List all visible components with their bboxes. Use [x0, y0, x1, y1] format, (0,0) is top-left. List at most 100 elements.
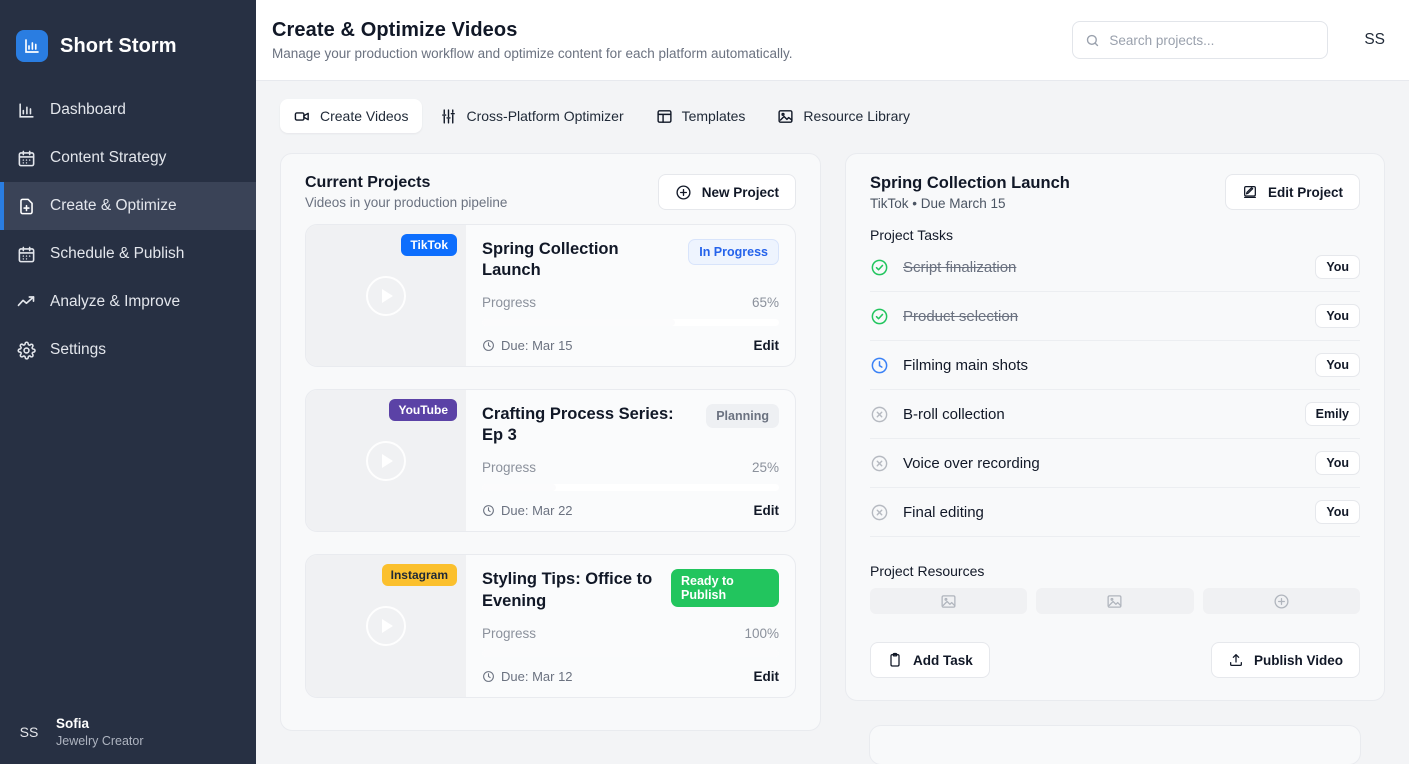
sidebar-nav: Dashboard Content Strategy Create & Opti…: [0, 86, 256, 374]
task-assignee[interactable]: You: [1315, 353, 1360, 377]
add-resource-slot[interactable]: [1202, 588, 1360, 614]
upload-icon: [1228, 652, 1244, 668]
check-circle-icon[interactable]: [870, 258, 889, 277]
publish-video-label: Publish Video: [1253, 652, 1343, 668]
gear-icon: [16, 340, 36, 360]
calendar-icon: [16, 244, 36, 264]
sidebar-item-create-optimize[interactable]: Create & Optimize: [0, 182, 256, 230]
due-date: Due: Mar 15: [482, 338, 573, 353]
clock-icon[interactable]: [870, 356, 889, 375]
task-name: Voice over recording: [903, 454, 1040, 472]
platform-badge: YouTube: [389, 399, 457, 422]
tab-resource-library[interactable]: Resource Library: [763, 99, 924, 133]
status-badge: In Progress: [688, 239, 779, 265]
sidebar-item-content-strategy[interactable]: Content Strategy: [0, 134, 256, 182]
project-detail-header: Spring Collection Launch TikTok • Due Ma…: [870, 174, 1360, 211]
project-card[interactable]: Instagram Styling Tips: Office to Evenin…: [305, 554, 796, 698]
x-circle-icon[interactable]: [870, 454, 889, 473]
user-avatar[interactable]: SS: [1364, 31, 1385, 49]
new-project-button[interactable]: New Project: [657, 174, 796, 210]
project-name: Styling Tips: Office to Evening: [482, 570, 653, 610]
project-card[interactable]: YouTube Crafting Process Series: Ep 3 Pl…: [305, 389, 796, 533]
progress-label: Progress: [482, 460, 537, 476]
edit-button[interactable]: Edit: [754, 503, 780, 518]
play-icon[interactable]: [366, 275, 406, 316]
project-thumbnail[interactable]: YouTube: [306, 390, 466, 532]
x-circle-icon[interactable]: [870, 503, 889, 522]
clock-icon: [482, 339, 495, 352]
tab-create-videos[interactable]: Create Videos: [280, 99, 423, 133]
bar-chart-icon: [16, 30, 48, 62]
task-row[interactable]: Script finalization You: [870, 243, 1360, 292]
task-assignee[interactable]: You: [1315, 451, 1360, 475]
task-name: B-roll collection: [903, 405, 1005, 423]
task-row[interactable]: Product selection You: [870, 292, 1360, 341]
task-assignee[interactable]: You: [1315, 500, 1360, 524]
sidebar-item-dashboard[interactable]: Dashboard: [0, 86, 256, 134]
task-assignee[interactable]: Emily: [1304, 402, 1360, 426]
tab-bar: Create Videos Cross-Platform Optimizer T…: [256, 81, 1409, 133]
play-icon[interactable]: [366, 440, 406, 481]
clock-icon: [482, 504, 495, 517]
next-panel-partial: [869, 725, 1361, 764]
edit-button[interactable]: Edit: [754, 669, 780, 684]
current-projects-card: Current Projects Videos in your producti…: [280, 153, 821, 731]
x-circle-icon[interactable]: [870, 405, 889, 424]
search-box[interactable]: [1072, 21, 1329, 59]
check-circle-icon[interactable]: [870, 307, 889, 326]
edit-button[interactable]: Edit: [754, 338, 780, 353]
search-icon: [1085, 33, 1100, 48]
project-detail-panel: Spring Collection Launch TikTok • Due Ma…: [845, 153, 1385, 764]
detail-subtitle: TikTok • Due March 15: [870, 196, 1006, 211]
image-icon: [940, 593, 957, 610]
task-row[interactable]: Voice over recording You: [870, 439, 1360, 488]
page-subtitle: Manage your production workflow and opti…: [272, 46, 793, 61]
add-task-label: Add Task: [913, 652, 973, 668]
app-root: Short Storm Dashboard Content Strategy C…: [0, 0, 1409, 764]
project-card[interactable]: TikTok Spring Collection Launch In Progr…: [305, 224, 796, 368]
search-input[interactable]: [1109, 32, 1316, 48]
projects-list: TikTok Spring Collection Launch In Progr…: [281, 224, 820, 730]
detail-actions: Add Task Publish Video: [870, 642, 1360, 678]
tab-label: Resource Library: [803, 108, 911, 124]
due-text: Due: Mar 22: [501, 503, 573, 519]
play-icon[interactable]: [366, 606, 406, 647]
task-row[interactable]: B-roll collection Emily: [870, 390, 1360, 439]
plus-circle-icon: [675, 184, 692, 201]
task-row[interactable]: Filming main shots You: [870, 341, 1360, 390]
content-area: Current Projects Videos in your producti…: [256, 133, 1409, 764]
clock-icon: [482, 670, 495, 683]
sidebar-item-label: Create & Optimize: [50, 197, 177, 214]
tab-templates[interactable]: Templates: [642, 99, 760, 133]
sidebar-item-analyze-improve[interactable]: Analyze & Improve: [0, 278, 256, 326]
sidebar-user-profile[interactable]: SS Sofia Jewelry Creator: [0, 715, 256, 750]
project-thumbnail[interactable]: Instagram: [306, 555, 466, 697]
task-assignee[interactable]: You: [1315, 255, 1360, 279]
project-thumbnail[interactable]: TikTok: [306, 225, 466, 367]
task-name: Filming main shots: [903, 356, 1029, 374]
tab-label: Create Videos: [320, 108, 409, 124]
task-row[interactable]: Final editing You: [870, 488, 1360, 537]
main-area: Create & Optimize Videos Manage your pro…: [256, 0, 1409, 764]
sidebar-item-label: Schedule & Publish: [50, 245, 185, 262]
tab-cross-platform-optimizer[interactable]: Cross-Platform Optimizer: [426, 99, 637, 133]
avatar: SS: [19, 724, 39, 741]
platform-badge: TikTok: [401, 234, 457, 256]
add-task-button[interactable]: Add Task: [870, 642, 990, 678]
resource-slot[interactable]: [870, 588, 1028, 614]
brand[interactable]: Short Storm: [0, 0, 256, 72]
due-text: Due: Mar 12: [501, 668, 573, 684]
publish-video-button[interactable]: Publish Video: [1210, 642, 1360, 678]
new-project-label: New Project: [701, 184, 779, 200]
due-date: Due: Mar 22: [482, 503, 573, 518]
resource-slot[interactable]: [1036, 588, 1194, 614]
task-name: Final editing: [903, 503, 984, 521]
project-resources-row: [870, 588, 1360, 614]
edit-project-button[interactable]: Edit Project: [1224, 174, 1360, 210]
project-detail-card: Spring Collection Launch TikTok • Due Ma…: [845, 153, 1385, 701]
sidebar-item-schedule-publish[interactable]: Schedule & Publish: [0, 230, 256, 278]
task-assignee[interactable]: You: [1315, 304, 1360, 328]
user-role: Jewelry Creator: [56, 734, 144, 749]
sidebar-item-settings[interactable]: Settings: [0, 326, 256, 374]
panel-subtitle: Videos in your production pipeline: [305, 195, 508, 210]
